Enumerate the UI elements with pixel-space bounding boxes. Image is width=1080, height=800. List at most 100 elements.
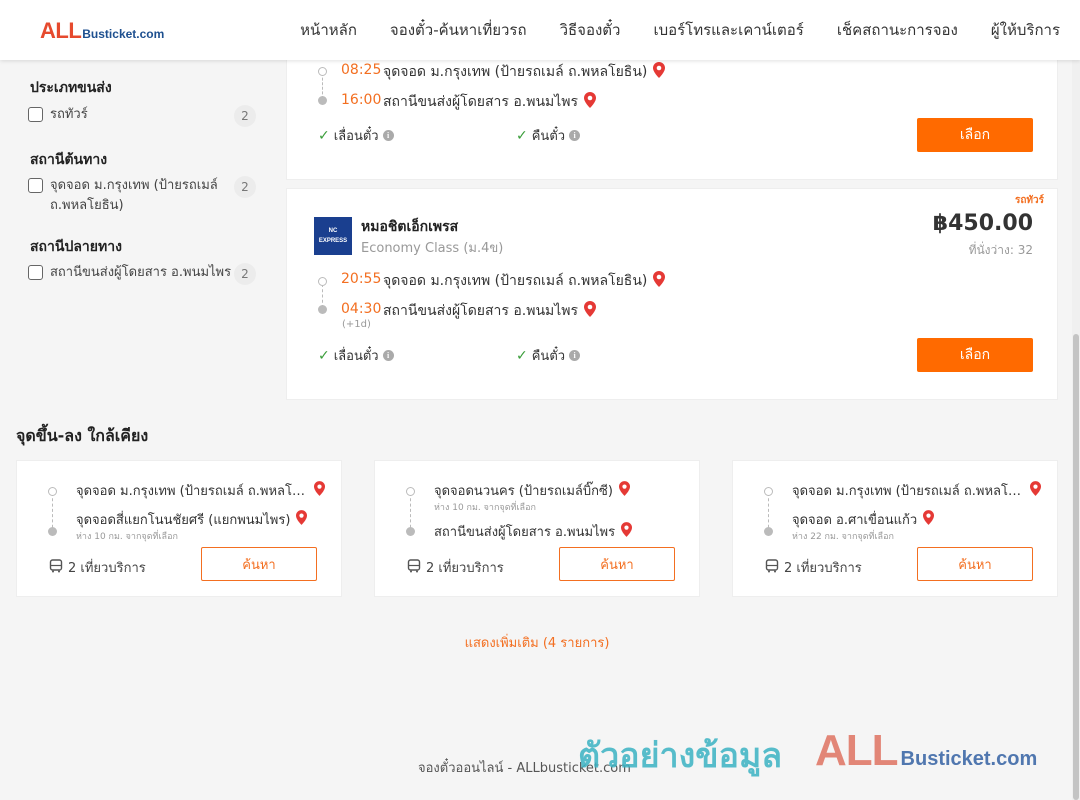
select-trip-button[interactable]: เลือก (917, 118, 1033, 152)
watermark-logo-all: ALL (815, 726, 899, 775)
nav-how-to-book[interactable]: วิธีจองตั๋ว (560, 18, 621, 42)
next-day-marker: (+1d) (342, 319, 371, 330)
perk-refund-label: คืนตั๋ว (531, 349, 566, 364)
info-icon[interactable]: i (569, 130, 581, 141)
perk-refund: ✓ คืนตั๋ว i (516, 125, 581, 146)
origin-checkbox[interactable] (28, 178, 43, 193)
nearby-trip-count: 2 เที่ยวบริการ (765, 557, 862, 578)
nearby-to-text: สถานีขนส่งผู้โดยสาร อ.พนมไพร (434, 525, 616, 540)
nearby-search-button[interactable]: ค้นหา (917, 547, 1033, 581)
logo-all-text: ALL (40, 18, 82, 43)
nearby-card: จุดจอด ม.กรุงเทพ (ป้ายรถเมล์ ถ.พหลโยธิน)… (16, 460, 342, 597)
perk-reschedule-label: เลื่อนตั๋ว (333, 349, 379, 364)
map-pin-icon[interactable] (653, 62, 666, 82)
info-icon[interactable]: i (382, 350, 394, 361)
map-pin-icon[interactable] (584, 92, 597, 112)
operator-name: หมอชิตเอ็กเพรส (361, 219, 459, 235)
destination-dot (318, 305, 327, 314)
nearby-search-button[interactable]: ค้นหา (201, 547, 317, 581)
depart-time: 20:55 (341, 271, 382, 287)
nearby-to: สถานีขนส่งผู้โดยสาร อ.พนมไพร (434, 521, 633, 542)
filter-origin-option[interactable]: จุดจอด ม.กรุงเทพ (ป้ายรถเมล์ ถ.พหลโยธิน)… (28, 176, 256, 216)
trip-card: รถทัวร์ NC EXPRESS หมอชิตเอ็กเพรส Econom… (286, 188, 1058, 400)
origin-option-label: จุดจอด ม.กรุงเทพ (ป้ายรถเมล์ ถ.พหลโยธิน) (50, 178, 218, 213)
destination-checkbox[interactable] (28, 265, 43, 280)
perk-refund: ✓ คืนตั๋ว i (516, 345, 581, 366)
map-pin-icon[interactable] (314, 481, 325, 500)
map-pin-icon[interactable] (1030, 481, 1041, 500)
origin-dot (764, 487, 773, 496)
show-more-link[interactable]: แสดงเพิ่มเติม (4 รายการ) (0, 632, 1074, 653)
bus-icon (765, 558, 779, 577)
filter-transport-option[interactable]: รถทัวร์ 2 (28, 105, 256, 127)
depart-time: 08:25 (341, 62, 382, 78)
destination-dot (318, 96, 327, 105)
nearby-search-button[interactable]: ค้นหา (559, 547, 675, 581)
watermark-text: ตัวอย่างข้อมูล (578, 736, 783, 776)
transport-option-label: รถทัวร์ (50, 107, 88, 122)
bus-type-label: รถทัวร์ (1014, 195, 1044, 206)
depart-place: จุดจอด ม.กรุงเทพ (ป้ายรถเมล์ ถ.พหลโยธิน) (383, 270, 666, 292)
arrive-time: 04:30 (341, 301, 382, 317)
filter-destination-title: สถานีปลายทาง (30, 239, 122, 255)
nav-home[interactable]: หน้าหลัก (300, 18, 357, 42)
trip-card: 08:25 จุดจอด ม.กรุงเทพ (ป้ายรถเมล์ ถ.พหล… (286, 40, 1058, 180)
scrollbar-thumb[interactable] (1073, 334, 1079, 800)
origin-dot (406, 487, 415, 496)
filter-destination-option[interactable]: สถานีขนส่งผู้โดยสาร อ.พนมไพร 2 (28, 263, 256, 285)
watermark-logo-rest: Busticket.com (900, 748, 1038, 770)
site-logo[interactable]: ALL Busticket.com (40, 18, 164, 44)
filter-transport-title: ประเภทขนส่ง (30, 80, 112, 96)
arrive-place-text: สถานีขนส่งผู้โดยสาร อ.พนมไพร (383, 303, 579, 319)
nav-check-status[interactable]: เช็คสถานะการจอง (837, 18, 958, 42)
arrive-place-text: สถานีขนส่งผู้โดยสาร อ.พนมไพร (383, 94, 579, 110)
nearby-card: จุดจอดนวนคร (ป้ายรถเมล์บิ๊กซี) ห่าง 10 ก… (374, 460, 700, 597)
bus-icon (49, 558, 63, 577)
nearby-trip-count: 2 เที่ยวบริการ (49, 557, 146, 578)
map-pin-icon[interactable] (621, 522, 633, 541)
perk-reschedule: ✓ เลื่อนตั๋ว i (318, 125, 394, 146)
ticket-price: ฿450.00 (932, 211, 1033, 236)
origin-dot (318, 277, 327, 286)
nearby-to-distance: ห่าง 22 กม. จากจุดที่เลือก (792, 532, 894, 542)
nearby-trip-count-text: 2 เที่ยวบริการ (784, 561, 862, 576)
map-pin-icon[interactable] (584, 301, 597, 321)
nearby-to: จุดจอด อ.ศาเขื่อนแก้ว (792, 509, 935, 530)
map-pin-icon[interactable] (653, 271, 666, 291)
nearby-trip-count-text: 2 เที่ยวบริการ (68, 561, 146, 576)
map-pin-icon[interactable] (296, 510, 308, 529)
nav-contacts[interactable]: เบอร์โทรและเคาน์เตอร์ (653, 18, 803, 42)
info-icon[interactable]: i (569, 350, 581, 361)
nearby-to-text: จุดจอดสี่แยกโนนชัยศรี (แยกพนมไพร) (76, 513, 291, 528)
map-pin-icon[interactable] (923, 510, 935, 529)
depart-place-text: จุดจอด ม.กรุงเทพ (ป้ายรถเมล์ ถ.พหลโยธิน) (383, 273, 648, 289)
nearby-to-distance: ห่าง 10 กม. จากจุดที่เลือก (76, 532, 178, 542)
filter-origin-title: สถานีต้นทาง (30, 152, 108, 168)
operator-logo: NC EXPRESS (314, 217, 352, 255)
arrive-place: สถานีขนส่งผู้โดยสาร อ.พนมไพร (383, 91, 597, 113)
nearby-from-text: จุดจอดนวนคร (ป้ายรถเมล์บิ๊กซี) (434, 484, 613, 499)
nearby-from: จุดจอด ม.กรุงเทพ (ป้ายรถเมล์ ถ.พหลโยธิน) (76, 480, 325, 501)
bus-icon (407, 558, 421, 577)
perk-reschedule: ✓ เลื่อนตั๋ว i (318, 345, 394, 366)
info-icon[interactable]: i (382, 130, 394, 141)
check-icon: ✓ (318, 127, 330, 144)
map-pin-icon[interactable] (618, 481, 630, 500)
destination-dot (406, 527, 415, 536)
select-trip-button[interactable]: เลือก (917, 338, 1033, 372)
nav-book-search[interactable]: จองตั๋ว-ค้นหาเที่ยวรถ (390, 18, 527, 42)
origin-dot (48, 487, 57, 496)
nearby-from-distance: ห่าง 10 กม. จากจุดที่เลือก (434, 503, 536, 513)
nearby-trip-count-text: 2 เที่ยวบริการ (426, 561, 504, 576)
transport-checkbox[interactable] (28, 107, 43, 122)
origin-dot (318, 67, 327, 76)
depart-place: จุดจอด ม.กรุงเทพ (ป้ายรถเมล์ ถ.พหลโยธิน) (383, 61, 666, 83)
logo-rest-text: Busticket.com (82, 27, 165, 41)
arrive-time: 16:00 (341, 92, 382, 108)
destination-dot (48, 527, 57, 536)
check-icon: ✓ (318, 347, 330, 364)
nav-operators[interactable]: ผู้ให้บริการ (991, 18, 1060, 42)
nearby-from-text: จุดจอด ม.กรุงเทพ (ป้ายรถเมล์ ถ.พหลโยธิน) (792, 484, 1024, 499)
destination-count-badge: 2 (234, 263, 256, 285)
perk-reschedule-label: เลื่อนตั๋ว (333, 129, 379, 144)
